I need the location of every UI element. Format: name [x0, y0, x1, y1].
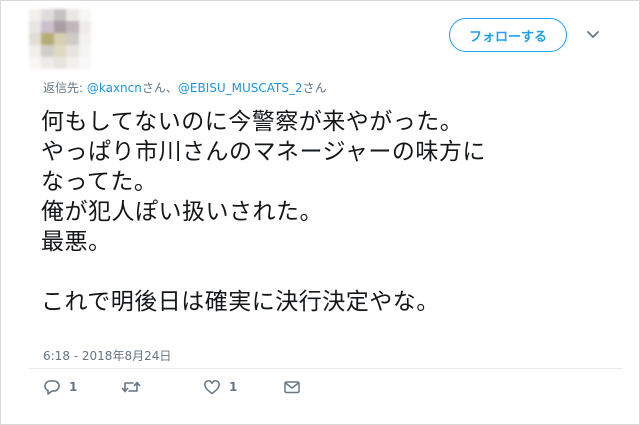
reply-button[interactable]: 1 [43, 375, 77, 399]
follow-button[interactable]: フォローする [449, 18, 567, 52]
avatar-mosaic-cell [29, 33, 42, 45]
avatar-mosaic-cell [78, 33, 91, 45]
tweet-line: これで明後日は確実に決行決定やな。 [41, 289, 440, 315]
tweet-text: 何もしてないのに今警察が来やがった。 やっぱり市川さんのマネージャーの味方に な… [41, 107, 621, 317]
heart-icon [204, 380, 220, 395]
reply-separator: さん、 [141, 81, 178, 95]
avatar-mosaic-cell [41, 9, 54, 21]
mention-link-ebisu[interactable]: @EBISU_MUSCATS_2 [178, 81, 303, 95]
avatar-mosaic-cell [66, 21, 79, 33]
like-button[interactable]: 1 [203, 375, 237, 399]
direct-message-button[interactable] [283, 375, 301, 399]
avatar-mosaic-cell [41, 45, 54, 57]
avatar-mosaic-cell [66, 57, 79, 69]
retweet-button[interactable] [121, 375, 149, 399]
avatar-mosaic-cell [78, 57, 91, 69]
tweet-line: 何もしてないのに今警察が来やがった。 [41, 109, 464, 135]
avatar-mosaic-cell [53, 33, 67, 45]
avatar-mosaic-cell [53, 57, 67, 69]
avatar-mosaic-cell [66, 45, 79, 57]
tweet-line: やっぱり市川さんのマネージャーの味方に [41, 139, 486, 165]
avatar-mosaic-cell [66, 33, 79, 45]
avatar-mosaic-cell [41, 57, 54, 69]
tweet-line: 俺が犯人ぽい扱いされた。 [41, 199, 323, 225]
tweet-line: 最悪。 [41, 229, 112, 255]
avatar-mosaic-cell [53, 9, 67, 21]
tweet-card: フォローする 返信先: @kaxncnさん、@EBISU_MUSCATS_2さん… [0, 0, 640, 425]
chevron-down-icon[interactable] [584, 25, 602, 43]
avatar-mosaic-cell [29, 21, 42, 33]
reply-prefix: 返信先: [43, 81, 87, 95]
avatar-mosaic-cell [41, 33, 54, 45]
avatar-mosaic-cell [29, 57, 42, 69]
action-bar: 1 1 [1, 375, 639, 399]
reply-icon [44, 380, 60, 395]
tweet-timestamp[interactable]: 6:18 - 2018年8月24日 [43, 347, 171, 364]
mention-link-kaxncn[interactable]: @kaxncn [87, 81, 142, 95]
follow-button-label: フォローする [468, 29, 547, 45]
envelope-icon [284, 381, 300, 394]
avatar-mosaic-cell [53, 21, 67, 33]
avatar-mosaic-cell [78, 9, 91, 21]
tweet-line: なってた。 [41, 169, 158, 195]
reply-count: 1 [69, 380, 78, 394]
avatar-mosaic-cell [53, 45, 67, 57]
avatar[interactable] [29, 9, 91, 69]
reply-context: 返信先: @kaxncnさん、@EBISU_MUSCATS_2さん [43, 79, 327, 96]
avatar-mosaic-cell [29, 9, 42, 21]
avatar-mosaic-cell [78, 21, 91, 33]
retweet-icon [121, 381, 141, 393]
avatar-mosaic-cell [66, 9, 79, 21]
avatar-mosaic-cell [78, 45, 91, 57]
divider [29, 368, 623, 369]
avatar-mosaic-cell [29, 45, 42, 57]
avatar-mosaic-cell [41, 21, 54, 33]
reply-suffix: さん [302, 81, 327, 95]
like-count: 1 [229, 380, 238, 394]
